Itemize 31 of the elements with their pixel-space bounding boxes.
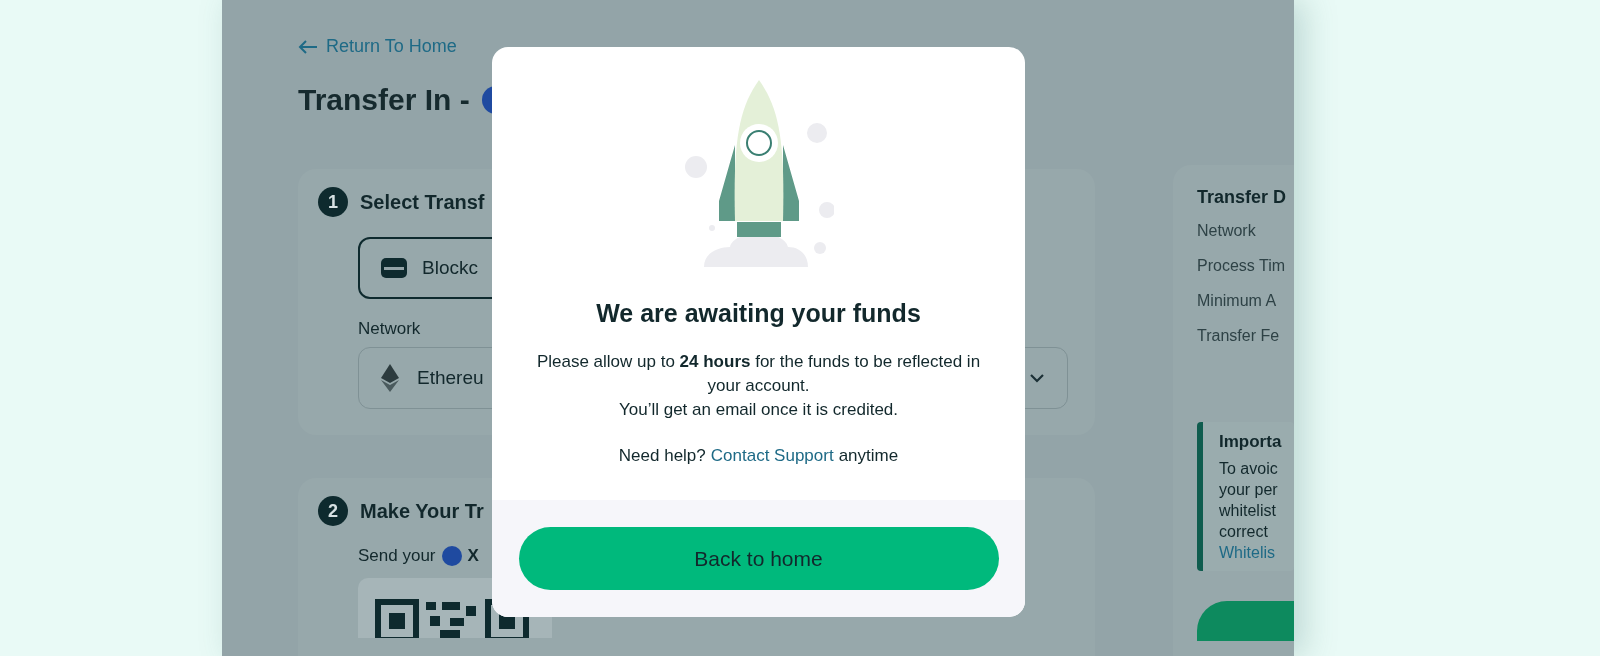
page-title: Transfer In - — [298, 83, 470, 117]
notice-text: To avoic — [1219, 459, 1279, 479]
wallet-icon — [380, 257, 408, 279]
back-to-home-button[interactable]: Back to home — [518, 527, 999, 590]
contact-support-link[interactable]: Contact Support — [710, 446, 834, 466]
action-button[interactable] — [1197, 601, 1294, 641]
detail-label: Minimum A — [1197, 292, 1278, 311]
detail-label: Network — [1197, 222, 1257, 241]
help-text: Need help? — [618, 446, 706, 466]
modal-message: Please allow up to 24 hours for the funds to be reflected in your account. — [535, 351, 982, 397]
modal-message: You’ll get an email once it is credited. — [618, 399, 899, 421]
help-text: anytime — [838, 446, 899, 466]
step-title: Make Your Tr — [360, 499, 484, 523]
step-number: 1 — [318, 187, 348, 217]
notice-text: your per — [1219, 480, 1279, 500]
coin-icon — [441, 546, 462, 566]
step-title: Select Transf — [360, 190, 485, 214]
send-text: Send your — [358, 546, 436, 566]
chevron-down-icon — [1029, 373, 1045, 383]
step-number: 2 — [318, 496, 348, 526]
detail-label: Process Tim — [1197, 257, 1286, 276]
detail-label: Transfer Fe — [1197, 327, 1281, 346]
coin-name: X — [467, 546, 479, 566]
details-title: Transfer D — [1197, 187, 1288, 208]
ethereum-icon — [381, 364, 399, 392]
modal-title: We are awaiting your funds — [596, 299, 921, 328]
notice-text: whitelist — [1219, 501, 1277, 521]
notice-text: correct — [1219, 522, 1269, 542]
field-label: Network — [358, 319, 421, 339]
notice-title: Importa — [1219, 432, 1283, 452]
arrow-left-icon — [298, 38, 318, 55]
